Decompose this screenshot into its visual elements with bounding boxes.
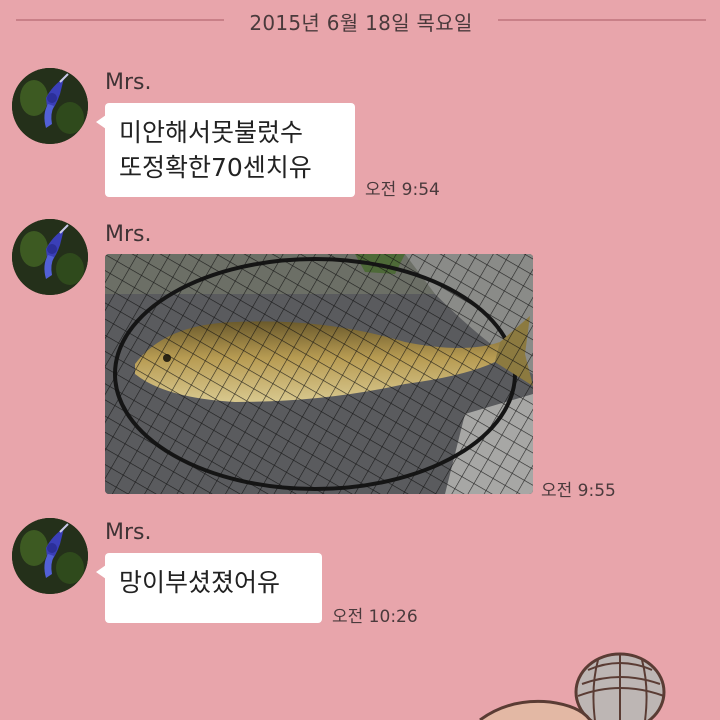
date-separator-line-left xyxy=(16,19,224,21)
message-line: 망이부셨졌어유 xyxy=(119,568,281,597)
date-separator: 2015년 6월 18일 목요일 xyxy=(0,0,720,42)
bird-avatar-icon xyxy=(12,219,88,295)
sender-name: Mrs. xyxy=(105,520,152,545)
sender-name: Mrs. xyxy=(105,70,152,95)
sender-avatar[interactable] xyxy=(12,219,88,295)
bubble-tail xyxy=(96,115,106,129)
sender-name: Mrs. xyxy=(105,222,152,247)
sender-avatar[interactable] xyxy=(12,68,88,144)
message-line: 미안해서못불렀수 xyxy=(119,118,304,147)
bird-avatar-icon xyxy=(12,518,88,594)
background-character-decoration xyxy=(479,652,666,720)
date-separator-text: 2015년 6월 18일 목요일 xyxy=(249,11,473,35)
message-bubble[interactable]: 미안해서못불렀수 또정확한70센치유 xyxy=(96,103,355,197)
bubble-tail xyxy=(96,565,106,579)
message-line: 또정확한70센치유 xyxy=(119,153,312,182)
message-time: 오전 9:54 xyxy=(365,180,440,200)
message-time: 오전 10:26 xyxy=(332,607,418,627)
fish-photo[interactable] xyxy=(105,254,533,494)
bird-avatar-icon xyxy=(12,68,88,144)
sender-avatar[interactable] xyxy=(12,518,88,594)
date-separator-line-right xyxy=(498,19,706,21)
message-time: 오전 9:55 xyxy=(541,481,616,501)
fish-in-net-image xyxy=(105,254,533,494)
message-bubble[interactable]: 망이부셨졌어유 xyxy=(96,553,322,623)
